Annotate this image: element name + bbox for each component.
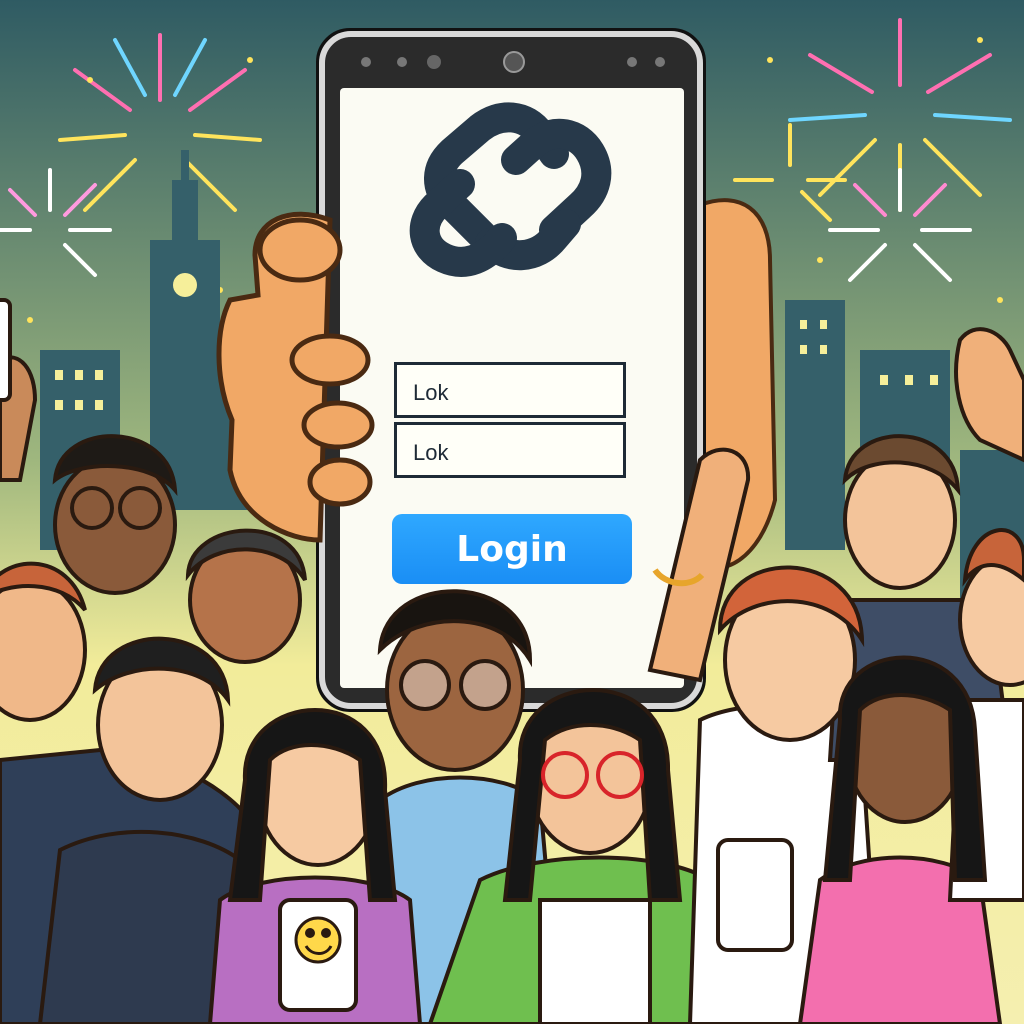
login-button[interactable]: Login: [392, 514, 632, 584]
password-field[interactable]: Lok: [394, 422, 626, 478]
password-field-value: Lok: [413, 440, 449, 465]
username-field[interactable]: Lok: [394, 362, 626, 418]
username-field-value: Lok: [413, 380, 449, 405]
login-screen: Lok Lok Login: [340, 88, 684, 688]
login-button-label: Login: [456, 529, 568, 570]
right-hand: [698, 198, 778, 570]
interlinked-loops-logo-icon: [409, 102, 612, 277]
